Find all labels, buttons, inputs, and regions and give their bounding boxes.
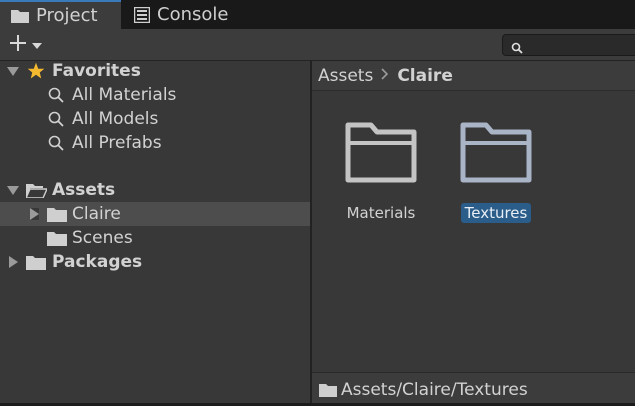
chevron-right-icon: [381, 67, 389, 84]
tree-item-scenes[interactable]: Scenes: [0, 226, 310, 250]
tree-label: Scenes: [72, 228, 133, 248]
chevron-down-icon[interactable]: [7, 186, 19, 195]
tree-label: All Materials: [72, 85, 177, 105]
tree-item-all-prefabs[interactable]: All Prefabs: [0, 131, 310, 155]
tab-project[interactable]: Project: [0, 0, 121, 29]
folder-icon: [319, 383, 337, 397]
search-icon: [48, 111, 64, 132]
plus-icon: [8, 33, 28, 58]
chevron-right-icon[interactable]: [30, 208, 39, 220]
project-tree: Favorites All Materials All Models All P…: [0, 61, 310, 406]
breadcrumb-root[interactable]: Assets: [318, 66, 373, 86]
create-button[interactable]: [8, 33, 48, 57]
asset-label: Materials: [346, 204, 416, 222]
tree-packages[interactable]: Packages: [0, 250, 310, 274]
tab-label: Project: [36, 5, 98, 26]
asset-browser: Assets Claire Materials Textures Assets/…: [312, 61, 635, 406]
tree-item-all-models[interactable]: All Models: [0, 107, 310, 131]
folder-icon: [26, 255, 46, 275]
chevron-down-icon[interactable]: [7, 67, 19, 76]
status-bar: Assets/Claire/Textures: [312, 372, 635, 406]
tree-label: Claire: [72, 204, 121, 224]
folder-icon: [11, 9, 29, 23]
chevron-right-icon[interactable]: [9, 256, 18, 268]
console-icon: [134, 6, 150, 23]
tree-label: Assets: [52, 180, 116, 200]
tree-favorites[interactable]: Favorites: [0, 59, 310, 83]
star-icon: [27, 62, 45, 85]
tab-console[interactable]: Console: [123, 0, 253, 29]
folder-icon: [460, 121, 532, 188]
search-icon: [511, 39, 523, 59]
search-icon: [48, 87, 64, 108]
asset-label-selected: Textures: [460, 203, 532, 223]
folder-icon: [47, 231, 67, 251]
search-input[interactable]: [502, 34, 635, 56]
breadcrumb: Assets Claire: [312, 61, 635, 91]
folder-icon: [345, 121, 417, 188]
tree-assets[interactable]: Assets: [0, 178, 310, 202]
toolbar: [0, 29, 635, 61]
tree-item-claire[interactable]: Claire: [0, 202, 310, 226]
status-path: Assets/Claire/Textures: [341, 379, 528, 400]
tree-label: Favorites: [52, 61, 141, 81]
tree-item-all-materials[interactable]: All Materials: [0, 83, 310, 107]
tree-label: Packages: [52, 252, 143, 272]
tab-bar: Project Console: [0, 0, 635, 29]
tree-label: All Models: [72, 109, 159, 129]
tab-label: Console: [157, 4, 229, 25]
tree-label: All Prefabs: [72, 133, 162, 153]
search-icon: [48, 135, 64, 156]
folder-icon: [47, 207, 67, 227]
chevron-down-icon: [32, 35, 42, 55]
folder-open-icon: [24, 183, 49, 203]
breadcrumb-current[interactable]: Claire: [397, 66, 453, 86]
